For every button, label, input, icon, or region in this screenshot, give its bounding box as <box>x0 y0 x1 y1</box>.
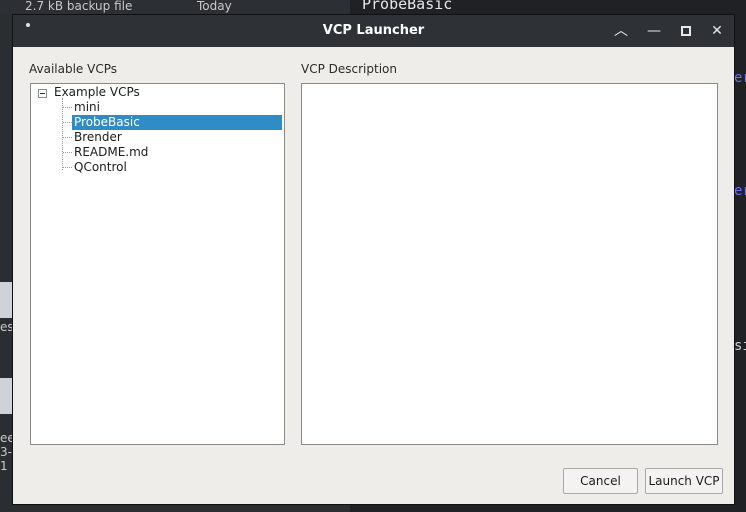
tree-connector <box>63 107 72 108</box>
cancel-button[interactable]: Cancel <box>563 468 638 494</box>
tree-item-readme[interactable]: README.md <box>72 145 148 160</box>
tree-connector <box>63 167 72 168</box>
tree-connector <box>63 137 72 138</box>
terminal-fragment: er <box>734 183 746 199</box>
tree-item-qcontrol[interactable]: QControl <box>72 160 127 175</box>
tree-root-example-vcps[interactable]: Example VCPs <box>54 85 140 99</box>
tree-item-brender[interactable]: Brender <box>72 130 122 145</box>
minimize-icon[interactable]: — <box>644 21 664 41</box>
terminal-text: ProbeBasic <box>362 0 453 13</box>
launch-vcp-button[interactable]: Launch VCP <box>645 468 723 494</box>
vcp-tree[interactable]: Example VCPs mini ProbeBasic Brender REA… <box>30 83 285 445</box>
title-bar[interactable]: VCP Launcher ︿ — ✕ <box>13 15 734 47</box>
file-manager-row: 2.7 kB backup file Today <box>0 0 360 15</box>
maximize-chevron-icon[interactable]: ︿ <box>611 21 631 41</box>
vcp-description-label: VCP Description <box>301 62 397 76</box>
available-vcps-label: Available VCPs <box>29 62 117 76</box>
file-size-text: 2.7 kB backup file <box>25 0 133 13</box>
close-icon[interactable]: ✕ <box>707 21 727 41</box>
restore-icon[interactable] <box>676 21 696 41</box>
tree-item-mini[interactable]: mini <box>72 100 100 115</box>
terminal-fragment: er <box>734 70 746 86</box>
collapse-icon[interactable] <box>38 89 47 98</box>
vcp-description-box[interactable] <box>301 83 718 445</box>
tree-connector <box>62 98 63 170</box>
tree-connector <box>63 122 72 123</box>
vcp-launcher-dialog: VCP Launcher ︿ — ✕ Available VCPs VCP De… <box>12 14 735 505</box>
tree-connector <box>63 152 72 153</box>
terminal-fragment: si <box>734 338 746 354</box>
file-date-text: Today <box>197 0 232 13</box>
tree-item-probebasic[interactable]: ProbeBasic <box>72 115 282 130</box>
